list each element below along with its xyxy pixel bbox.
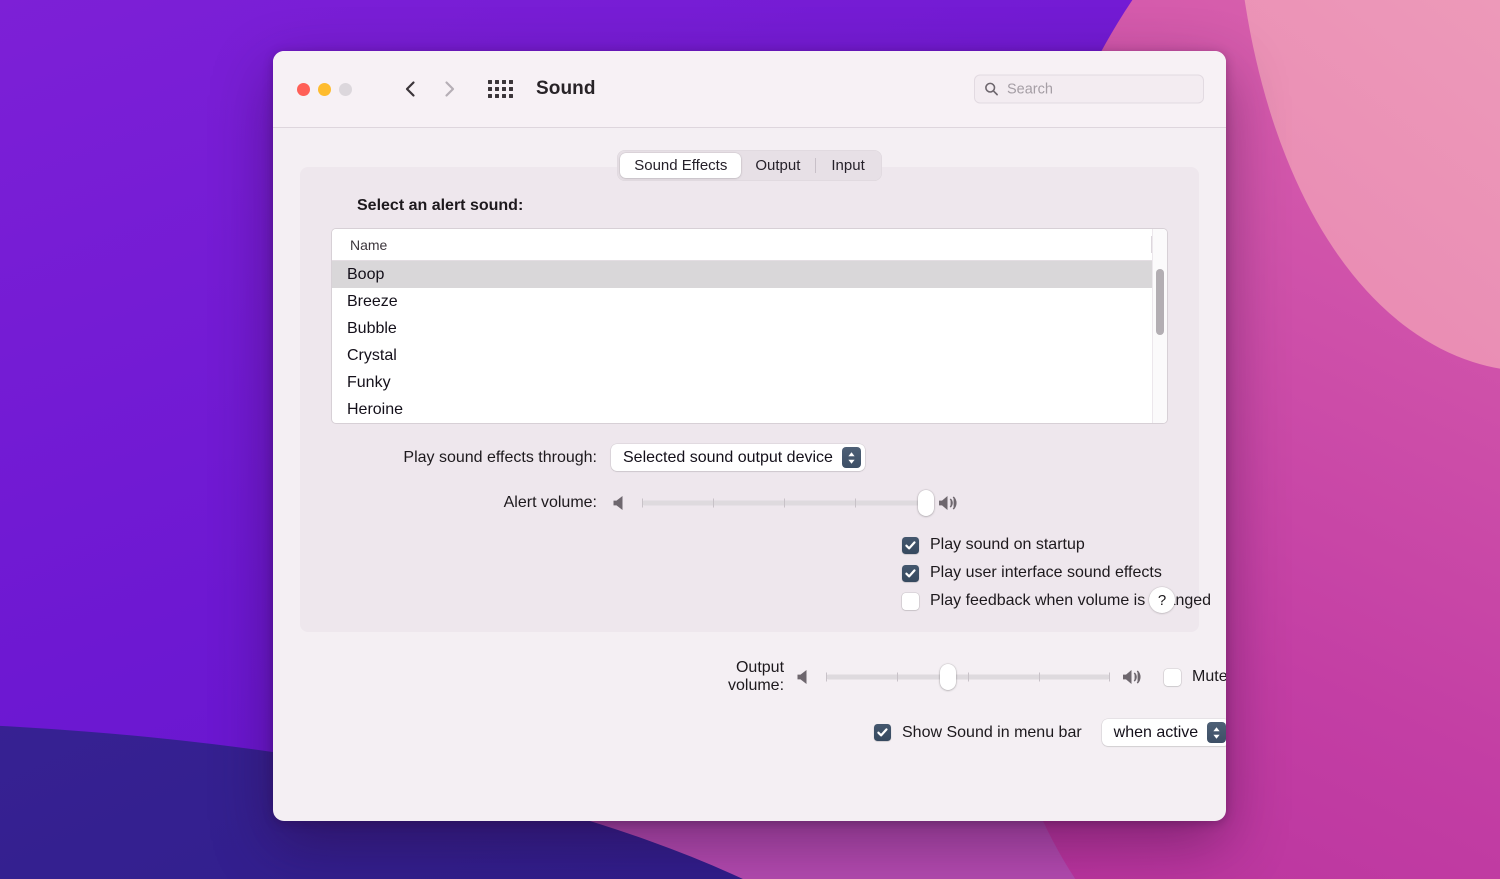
grid-dot (509, 87, 513, 91)
checkbox-checked-icon[interactable] (902, 537, 919, 554)
output-volume-slider-group (795, 666, 1145, 688)
column-header-name: Name (332, 237, 387, 253)
output-volume-thumb[interactable] (940, 664, 956, 690)
speaker-waves-icon (937, 493, 961, 513)
tab-input[interactable]: Input (817, 153, 878, 178)
list-item[interactable]: Funky (332, 369, 1152, 396)
slider-tick (713, 499, 714, 508)
show-sound-menubar-label: Show Sound in menu bar (902, 724, 1082, 742)
speaker-muted-icon (611, 493, 631, 513)
checkbox-unchecked-icon[interactable] (902, 593, 919, 610)
list-item[interactable]: Crystal (332, 342, 1152, 369)
checkbox-play-sound-on-startup[interactable]: Play sound on startup (902, 536, 1199, 554)
menubar-visibility-value: when active (1114, 724, 1199, 742)
window-titlebar: Sound Search (273, 51, 1226, 128)
list-scrollbar[interactable] (1152, 229, 1167, 423)
tabbar-container: Sound Effects Output Input (273, 150, 1226, 181)
mute-label: Mute (1192, 668, 1226, 686)
menubar-visibility-popup-button[interactable]: when active (1102, 719, 1226, 746)
grid-dot (488, 80, 492, 84)
grid-dot (502, 87, 506, 91)
list-item[interactable]: Boop (332, 261, 1152, 288)
alert-sound-list[interactable]: Name Boop Breeze Bubble Crystal Funky He… (331, 228, 1168, 424)
help-icon: ? (1158, 592, 1166, 609)
tabbar: Sound Effects Output Input (617, 150, 882, 181)
sound-effects-panel: Select an alert sound: Name Boop Breeze … (300, 167, 1199, 632)
speaker-muted-icon (795, 667, 815, 687)
sound-effects-checkbox-group: Play sound on startup Play user interfac… (300, 536, 1199, 610)
alert-volume-slider[interactable] (642, 492, 926, 514)
window-title: Sound (536, 78, 596, 100)
grid-dot (488, 94, 492, 98)
chevron-up-down-icon (1207, 722, 1226, 743)
show-sound-in-menubar-row: Show Sound in menu bar when active (273, 719, 1226, 746)
close-button[interactable] (297, 83, 310, 96)
grid-dot (509, 94, 513, 98)
slider-tick (855, 499, 856, 508)
alert-volume-row: Alert volume: (300, 492, 1199, 514)
slider-tick (826, 673, 827, 682)
grid-dot (502, 80, 506, 84)
output-volume-slider[interactable] (826, 666, 1110, 688)
slider-tick (968, 673, 969, 682)
list-header[interactable]: Name (332, 229, 1152, 261)
output-volume-label: Output volume: (728, 659, 784, 695)
checkbox-label: Play user interface sound effects (930, 564, 1162, 582)
play-through-value: Selected sound output device (623, 449, 833, 467)
zoom-button[interactable] (339, 83, 352, 96)
sound-preferences-window: Sound Search Sound Effects Output Input … (273, 51, 1226, 821)
slider-tick (897, 673, 898, 682)
alert-sound-list-column: Name Boop Breeze Bubble Crystal Funky He… (332, 229, 1152, 423)
slider-tick (784, 499, 785, 508)
slider-tick (1039, 673, 1040, 682)
window-body: Sound Effects Output Input Select an ale… (273, 128, 1226, 746)
forward-button[interactable] (438, 78, 460, 100)
select-alert-sound-label: Select an alert sound: (357, 197, 1199, 215)
alert-sound-rows: Boop Breeze Bubble Crystal Funky Heroine (332, 261, 1152, 423)
alert-volume-label: Alert volume: (331, 494, 597, 512)
alert-volume-thumb[interactable] (918, 490, 934, 516)
grid-dot (495, 87, 499, 91)
list-item[interactable]: Heroine (332, 396, 1152, 423)
search-field[interactable]: Search (974, 75, 1204, 104)
checkbox-checked-icon[interactable] (902, 565, 919, 582)
checkbox-label: Play sound on startup (930, 536, 1085, 554)
grid-dot (509, 80, 513, 84)
help-button[interactable]: ? (1149, 587, 1175, 613)
play-through-popup-button[interactable]: Selected sound output device (611, 444, 865, 471)
checkbox-unchecked-icon[interactable] (1164, 669, 1181, 686)
chevron-up-down-icon (842, 447, 861, 468)
speaker-waves-icon (1121, 667, 1145, 687)
checkbox-show-sound-menubar[interactable] (874, 724, 891, 741)
traffic-light-group (297, 83, 352, 96)
grid-dot (495, 94, 499, 98)
navigation-buttons (400, 78, 460, 100)
search-icon (984, 82, 999, 97)
grid-dot (502, 94, 506, 98)
checkbox-play-ui-sound-effects[interactable]: Play user interface sound effects (902, 564, 1199, 582)
list-item[interactable]: Bubble (332, 315, 1152, 342)
alert-volume-slider-group (611, 492, 961, 514)
slider-tick (1109, 673, 1110, 682)
window-bottom-section: Output volume: (273, 632, 1226, 746)
play-through-row: Play sound effects through: Selected sou… (300, 444, 1199, 471)
checkbox-mute[interactable]: Mute (1164, 668, 1226, 686)
tab-separator (815, 158, 816, 173)
tab-output[interactable]: Output (741, 153, 814, 178)
list-scrollbar-thumb[interactable] (1156, 269, 1164, 335)
back-button[interactable] (400, 78, 422, 100)
list-item[interactable]: Breeze (332, 288, 1152, 315)
search-placeholder: Search (1007, 81, 1053, 97)
play-through-label: Play sound effects through: (331, 449, 597, 467)
grid-dot (488, 87, 492, 91)
grid-dot (495, 80, 499, 84)
output-volume-row: Output volume: (273, 659, 1226, 695)
minimize-button[interactable] (318, 83, 331, 96)
tab-sound-effects[interactable]: Sound Effects (620, 153, 741, 178)
slider-tick (642, 499, 643, 508)
show-all-grid-icon[interactable] (488, 80, 513, 98)
